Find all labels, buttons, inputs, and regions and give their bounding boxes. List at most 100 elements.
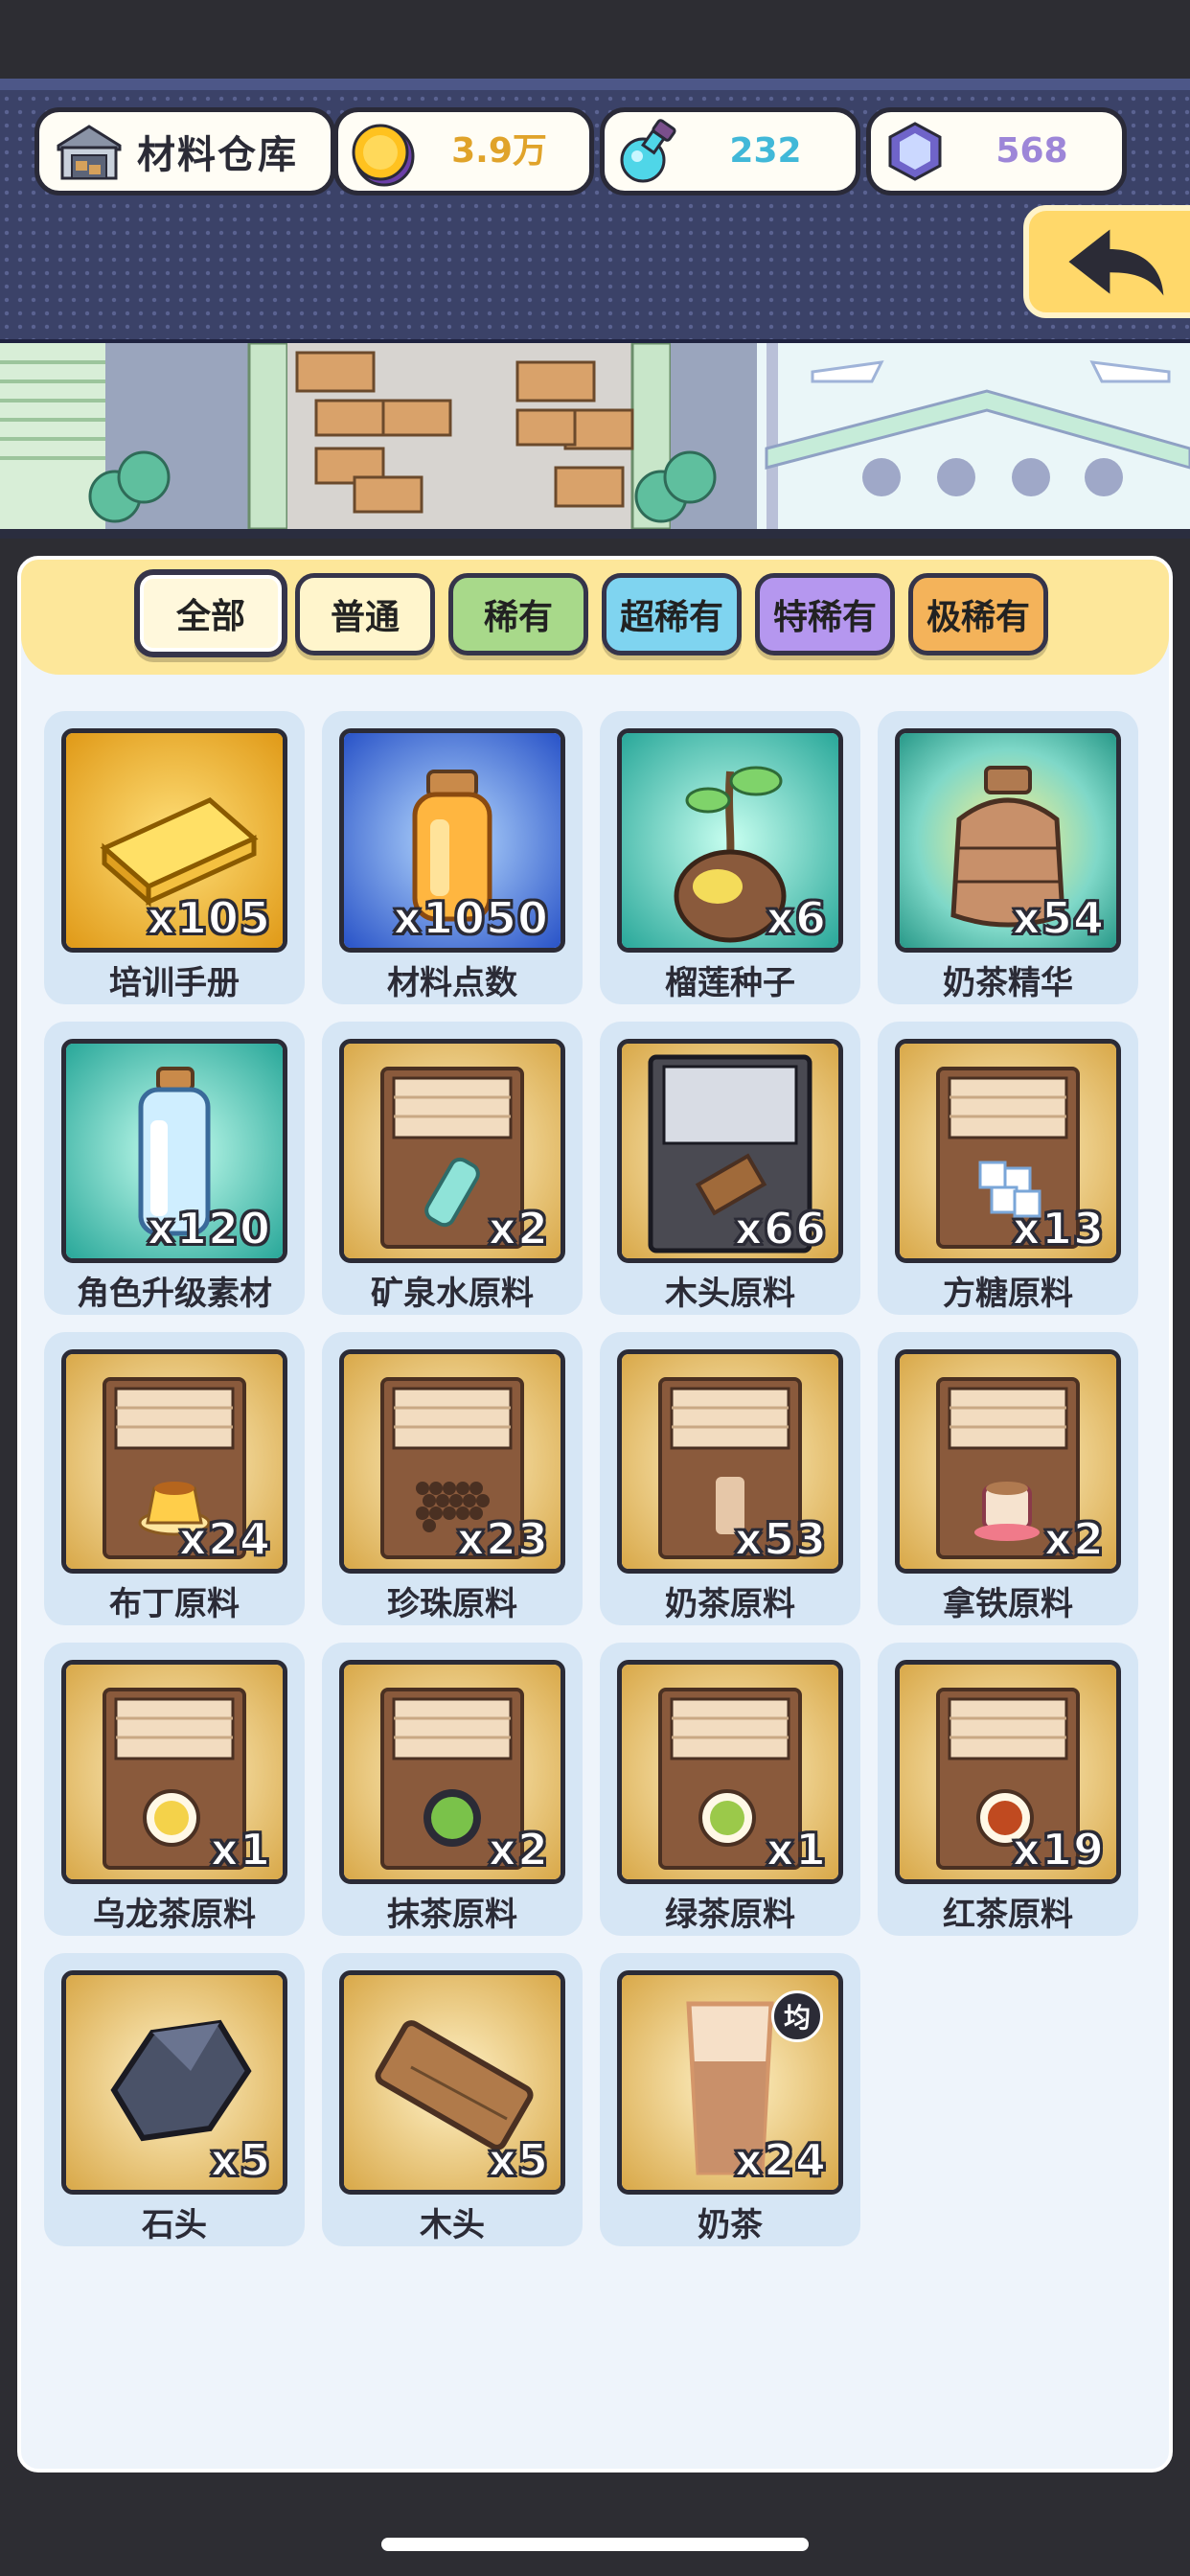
item-card[interactable]: x24 均奶茶 bbox=[600, 1953, 860, 2246]
item-name: 奶茶原料 bbox=[665, 1585, 795, 1623]
item-thumbnail: x2 bbox=[339, 1660, 565, 1884]
item-quantity: x53 bbox=[733, 1512, 827, 1566]
back-arrow-icon bbox=[1068, 229, 1164, 296]
item-name: 木头原料 bbox=[665, 1275, 795, 1313]
item-thumbnail: x24 bbox=[61, 1349, 287, 1574]
item-name: 抹茶原料 bbox=[387, 1896, 517, 1934]
item-card[interactable]: x24 布丁原料 bbox=[44, 1332, 305, 1625]
item-quantity: x2 bbox=[1042, 1512, 1105, 1566]
item-card[interactable]: x5 木头 bbox=[322, 1953, 583, 2246]
item-thumbnail: x66 bbox=[617, 1039, 843, 1263]
back-button[interactable] bbox=[1023, 205, 1190, 318]
item-card[interactable]: x13 方糖原料 bbox=[878, 1022, 1138, 1315]
tab-all-label: 全部 bbox=[175, 597, 245, 636]
item-thumbnail: x6 bbox=[617, 728, 843, 953]
item-thumbnail: x120 bbox=[61, 1039, 287, 1263]
item-card[interactable]: x2 抹茶原料 bbox=[322, 1643, 583, 1936]
hexagon-gem-icon bbox=[888, 122, 942, 181]
tab-super-rare-label: 超稀有 bbox=[619, 598, 723, 637]
item-thumbnail: x105 bbox=[61, 728, 287, 953]
item-quantity: x13 bbox=[1011, 1202, 1105, 1255]
item-name: 角色升级素材 bbox=[77, 1275, 272, 1313]
item-card[interactable]: x1 绿茶原料 bbox=[600, 1643, 860, 1936]
item-quantity: x23 bbox=[455, 1512, 549, 1566]
item-name: 拿铁原料 bbox=[943, 1585, 1073, 1623]
item-thumbnail: x5 bbox=[339, 1970, 565, 2195]
item-card[interactable]: x2 矿泉水原料 bbox=[322, 1022, 583, 1315]
gold-value: 3.9万 bbox=[451, 131, 547, 171]
item-card[interactable]: x6 榴莲种子 bbox=[600, 711, 860, 1004]
item-thumbnail: x2 bbox=[339, 1039, 565, 1263]
item-quantity: x2 bbox=[487, 1202, 549, 1255]
item-card[interactable]: x1 乌龙茶原料 bbox=[44, 1643, 305, 1936]
item-thumbnail: x13 bbox=[895, 1039, 1121, 1263]
item-quantity: x1050 bbox=[392, 891, 549, 945]
item-name: 绿茶原料 bbox=[665, 1896, 795, 1934]
item-quantity: x24 bbox=[177, 1512, 271, 1566]
item-quantity: x19 bbox=[1011, 1823, 1105, 1876]
item-thumbnail: x1 bbox=[617, 1660, 843, 1884]
gem-value: 568 bbox=[995, 131, 1068, 171]
item-card[interactable]: x5 石头 bbox=[44, 1953, 305, 2246]
tab-ultra-rare[interactable]: 极稀有 bbox=[908, 573, 1048, 656]
gold-resource[interactable]: 3.9万 bbox=[333, 107, 594, 196]
potion-flask-icon bbox=[620, 119, 676, 183]
item-quantity: x120 bbox=[146, 1202, 271, 1255]
item-quantity: x1 bbox=[209, 1823, 271, 1876]
item-quantity: x24 bbox=[733, 2133, 827, 2187]
item-quantity: x5 bbox=[487, 2133, 549, 2187]
item-name: 乌龙茶原料 bbox=[93, 1896, 256, 1934]
item-thumbnail: x5 bbox=[61, 1970, 287, 2195]
tab-all[interactable]: 全部 bbox=[134, 569, 287, 657]
item-quantity: x105 bbox=[146, 891, 271, 945]
item-card[interactable]: x105 培训手册 bbox=[44, 711, 305, 1004]
item-card[interactable]: x54 奶茶精华 bbox=[878, 711, 1138, 1004]
tab-ultra-rare-label: 极稀有 bbox=[926, 598, 1030, 637]
item-name: 珍珠原料 bbox=[387, 1585, 517, 1623]
item-thumbnail: x53 bbox=[617, 1349, 843, 1574]
home-indicator[interactable] bbox=[381, 2538, 809, 2551]
tab-common-label: 普通 bbox=[330, 598, 400, 637]
item-card[interactable]: x1050 材料点数 bbox=[322, 711, 583, 1004]
tab-rare-label: 稀有 bbox=[483, 598, 553, 637]
scene-divider bbox=[0, 529, 1190, 539]
item-name: 培训手册 bbox=[109, 964, 240, 1002]
tab-rare[interactable]: 稀有 bbox=[448, 573, 588, 656]
item-name: 方糖原料 bbox=[943, 1275, 1073, 1313]
tab-common[interactable]: 普通 bbox=[295, 573, 435, 656]
item-thumbnail: x1050 bbox=[339, 728, 565, 953]
inventory-panel: 全部 普通 稀有 超稀有 特稀有 极稀有 x105 培训手册 x1050 材料点数 x6… bbox=[17, 556, 1173, 2472]
item-quantity: x6 bbox=[765, 891, 827, 945]
item-name: 榴莲种子 bbox=[665, 964, 795, 1002]
tab-special-rare[interactable]: 特稀有 bbox=[755, 573, 895, 656]
gem-resource[interactable]: 568 bbox=[866, 107, 1127, 196]
page-title: 材料仓库 bbox=[137, 133, 298, 177]
item-card[interactable]: x66 木头原料 bbox=[600, 1022, 860, 1315]
item-name: 奶茶 bbox=[698, 2206, 763, 2244]
item-quantity: x54 bbox=[1011, 891, 1105, 945]
item-card[interactable]: x19 红茶原料 bbox=[878, 1643, 1138, 1936]
item-card[interactable]: x2 拿铁原料 bbox=[878, 1332, 1138, 1625]
scene-illustration bbox=[0, 343, 1190, 529]
item-thumbnail: x23 bbox=[339, 1349, 565, 1574]
tab-super-rare[interactable]: 超稀有 bbox=[602, 573, 742, 656]
header-rim bbox=[0, 79, 1190, 90]
item-quantity: x1 bbox=[765, 1823, 827, 1876]
title-pill: 材料仓库 bbox=[34, 107, 335, 196]
potion-resource[interactable]: 232 bbox=[600, 107, 860, 196]
item-name: 布丁原料 bbox=[109, 1585, 240, 1623]
item-quantity: x2 bbox=[487, 1823, 549, 1876]
tab-special-rare-label: 特稀有 bbox=[772, 598, 877, 637]
item-name: 红茶原料 bbox=[943, 1896, 1073, 1934]
item-thumbnail: x2 bbox=[895, 1349, 1121, 1574]
item-quantity: x5 bbox=[209, 2133, 271, 2187]
item-card[interactable]: x53 奶茶原料 bbox=[600, 1332, 860, 1625]
item-quantity: x66 bbox=[733, 1202, 827, 1255]
item-thumbnail: x19 bbox=[895, 1660, 1121, 1884]
gold-coin-icon bbox=[352, 124, 415, 187]
item-badge: 均 bbox=[771, 1990, 823, 2042]
item-card[interactable]: x23 珍珠原料 bbox=[322, 1332, 583, 1625]
item-name: 矿泉水原料 bbox=[371, 1275, 534, 1313]
item-card[interactable]: x120 角色升级素材 bbox=[44, 1022, 305, 1315]
shop-scene-banner bbox=[0, 343, 1190, 529]
